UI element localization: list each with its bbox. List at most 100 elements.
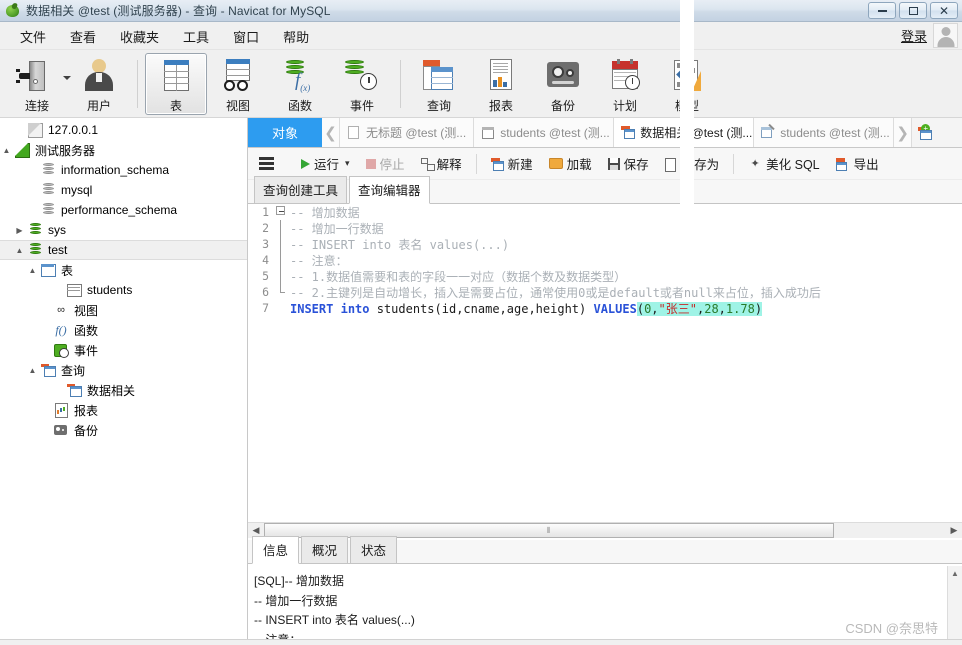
tree-node-mysql[interactable]: mysql [0, 180, 247, 200]
play-icon [301, 158, 310, 169]
message-line: -- 增加一行数据 [254, 593, 338, 608]
vscroll-up-icon[interactable]: ▲ [951, 566, 959, 581]
tree-node-label: 报表 [74, 403, 99, 418]
maximize-button[interactable] [899, 2, 927, 19]
new-button[interactable]: 新建 [484, 150, 540, 177]
tree-node-performance_schema[interactable]: performance_schema [0, 200, 247, 220]
close-button[interactable]: ✕ [930, 2, 958, 19]
avatar[interactable] [933, 23, 958, 48]
tree-node-函数[interactable]: f() 函数 [0, 320, 247, 340]
server-gray-icon [26, 122, 44, 138]
export-button[interactable]: 导出 [829, 150, 886, 177]
result-tab-2[interactable]: 状态 [350, 536, 398, 563]
editor-line: 7 INSERT into students(id,cname,age,heigh… [248, 300, 962, 316]
document-tab-1[interactable]: students @test (测... [474, 118, 615, 147]
beautify-button[interactable]: ✦ 美化 SQL [741, 150, 827, 177]
sql-editor[interactable]: 1 -- 增加数据 2 -- 增加一行数据 3 -- INSERT into 表名 val… [248, 204, 962, 522]
save-button[interactable]: 保存 [601, 150, 656, 177]
tree-node-information_schema[interactable]: information_schema [0, 160, 247, 180]
stop-button[interactable]: 停止 [359, 150, 412, 177]
sub-tab-1[interactable]: 查询编辑器 [349, 176, 430, 204]
tree-node-测试服务器[interactable]: ▲ 测试服务器 [0, 140, 247, 160]
menu-tools[interactable]: 工具 [171, 23, 221, 50]
chevron-down-icon[interactable]: ▾ [345, 158, 350, 169]
tree-node-label: information_schema [61, 163, 170, 177]
toolbar-backup[interactable]: 备份 [532, 53, 594, 115]
tree-node-127001[interactable]: 127.0.0.1 [0, 120, 247, 140]
collapse-arrow-icon[interactable]: ▲ [0, 146, 13, 155]
hamburger-icon[interactable] [259, 157, 274, 170]
fold-guide [274, 236, 288, 252]
fold-guide [274, 220, 288, 236]
tree-node-事件[interactable]: 事件 [0, 340, 247, 360]
collapse-arrow-icon[interactable]: ▲ [26, 366, 39, 375]
tree-node-label: 事件 [74, 343, 99, 358]
window-title: 数据相关 @test (测试服务器) - 查询 - Navicat for My… [26, 4, 331, 18]
menu-favorites[interactable]: 收藏夹 [108, 23, 171, 50]
toolbar-report[interactable]: 报表 [470, 53, 532, 115]
tree-node-备份[interactable]: 备份 [0, 420, 247, 440]
tree-node-数据相关[interactable]: 数据相关 [0, 380, 247, 400]
collapse-arrow-icon[interactable]: ▲ [13, 246, 26, 255]
run-button[interactable]: 运行 ▾ [294, 150, 357, 177]
tree-node-test[interactable]: ▲ test [0, 240, 247, 260]
toolbar-user[interactable]: 用户 [68, 53, 130, 115]
tab-objects[interactable]: 对象 [248, 118, 322, 147]
tree-node-视图[interactable]: ∞ 视图 [0, 300, 247, 320]
code-token: -- 2.主键列是自动增长，插入是需要占位，通常使用0或是default或者nu… [290, 285, 821, 300]
table-icon [154, 59, 198, 95]
database-gray-icon [39, 162, 57, 178]
tree-node-students[interactable]: students [0, 280, 247, 300]
toolbar-function[interactable]: f(x) 函数 [269, 53, 331, 115]
object-tree-sidebar[interactable]: 127.0.0.1 ▲ 测试服务器 information_schemamysql pe… [0, 118, 248, 639]
tree-node-label: test [48, 243, 68, 257]
table-gray-icon [65, 282, 83, 298]
window-controls: ✕ [868, 2, 958, 19]
tree-node-报表[interactable]: 报表 [0, 400, 247, 420]
message-line: [SQL]-- 增加数据 [254, 574, 345, 588]
menu-help[interactable]: 帮助 [271, 23, 321, 50]
login-link[interactable]: 登录 [901, 26, 927, 45]
sub-tab-0[interactable]: 查询创建工具 [254, 176, 348, 203]
document-tab-3[interactable]: students @test (测... [754, 118, 895, 147]
toolbar-event[interactable]: 事件 [331, 53, 393, 115]
document-tab-0[interactable]: 无标题 @test (测... [340, 118, 475, 147]
new-query-icon [490, 157, 504, 171]
editor-toolbar-separator [475, 153, 477, 174]
message-vertical-scrollbar[interactable]: ▲ ▼ [947, 566, 962, 645]
tree-node-sys[interactable]: ▶ sys [0, 220, 247, 240]
result-tab-1[interactable]: 概况 [301, 536, 349, 563]
result-tab-0[interactable]: 信息 [252, 536, 300, 564]
hscroll-right-icon[interactable]: ▶ [946, 523, 962, 538]
toolbar-view[interactable]: 视图 [207, 53, 269, 115]
menu-window[interactable]: 窗口 [221, 23, 271, 50]
toolbar-connection[interactable]: 连接 [6, 53, 71, 115]
tree-node-label: performance_schema [61, 203, 178, 217]
document-tab-label: students @test (测... [780, 126, 890, 140]
report-chart-icon [52, 402, 70, 418]
tab-scroll-left-icon[interactable]: ❮ [322, 118, 340, 147]
backup-tape-icon [52, 422, 70, 438]
collapse-arrow-icon[interactable]: ▲ [26, 266, 39, 275]
explain-button[interactable]: 解释 [414, 150, 469, 177]
fold-guide [274, 300, 288, 316]
new-query-tab-button[interactable]: + [912, 118, 939, 147]
folder-icon [548, 158, 563, 169]
fold-toggle-icon[interactable] [274, 204, 288, 220]
toolbar-schedule[interactable]: 计划 [594, 53, 656, 115]
line-code: -- 1.数据值需要和表的字段一一对应（数据个数及数据类型） [288, 268, 626, 285]
menu-view[interactable]: 查看 [58, 23, 108, 50]
tab-scroll-right-icon[interactable]: ❯ [894, 118, 913, 147]
load-button[interactable]: 加载 [542, 150, 599, 177]
toolbar-query[interactable]: 查询 [408, 53, 470, 115]
minimize-button[interactable] [868, 2, 896, 19]
toolbar-table[interactable]: 表 [145, 52, 207, 115]
editor-line: 2 -- 增加一行数据 [248, 220, 962, 236]
fold-guide [274, 252, 288, 268]
tree-node-查询[interactable]: ▲ 查询 [0, 360, 247, 380]
event-clock-icon [340, 59, 384, 95]
menu-file[interactable]: 文件 [8, 23, 58, 50]
tree-node-label: 视图 [74, 303, 99, 318]
tree-node-表[interactable]: ▲ 表 [0, 260, 247, 280]
expand-arrow-icon[interactable]: ▶ [13, 226, 26, 235]
